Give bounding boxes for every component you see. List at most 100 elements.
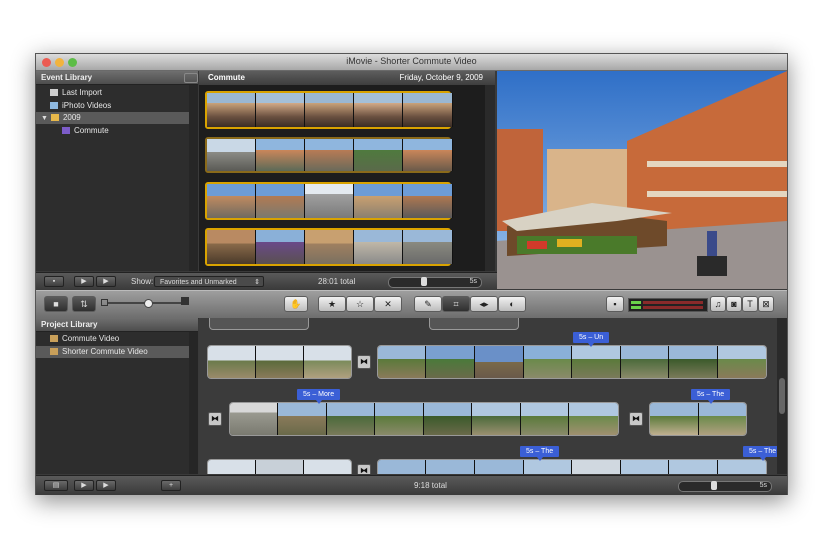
transition-button[interactable]: ⧓ — [208, 412, 222, 426]
event-date: Friday, October 9, 2009 — [399, 73, 483, 82]
title-icon: T — [747, 299, 753, 309]
meter-range-right — [643, 306, 703, 309]
project-clip[interactable] — [207, 345, 352, 379]
main-toolbar: ■ ⇅ ✋ ★ ☆ ✕ ✎ ⌗ ◂▸ ◐ ▪ ♫ ◙ T ⊠ — [36, 290, 787, 319]
event-browser-header: Commute Friday, October 9, 2009 — [199, 71, 495, 85]
audio-level-meter — [628, 298, 708, 312]
map-browser-button[interactable]: ⊠ — [758, 296, 774, 312]
title-browser-button[interactable]: T — [742, 296, 758, 312]
filter-select-value: Favorites and Unmarked — [160, 279, 237, 286]
photo-browser-button[interactable]: ◙ — [726, 296, 742, 312]
thumbnail-size-slider-thumb[interactable] — [144, 299, 153, 308]
disclosure-triangle-icon[interactable]: ▼ — [41, 115, 48, 122]
select-hand-icon: ✋ — [290, 299, 302, 309]
transition-button[interactable]: ⧓ — [357, 464, 371, 474]
transition-button[interactable]: ⧓ — [357, 355, 371, 369]
adjust-icon: ◐ — [509, 299, 515, 309]
project-scrollbar[interactable] — [777, 318, 787, 474]
keyword-icon: ✎ — [424, 299, 432, 309]
event-item-last-import[interactable]: Last Import — [36, 87, 198, 99]
event-clip[interactable] — [205, 228, 453, 266]
mark-favorite-button[interactable]: ★ — [318, 296, 346, 312]
event-star-icon — [62, 127, 70, 134]
audio-icon: ◂▸ — [479, 299, 489, 309]
transition-button[interactable]: ⧓ — [629, 412, 643, 426]
event-item-commute[interactable]: Commute — [36, 125, 198, 137]
event-list-toggle-button[interactable]: ▪ — [44, 276, 64, 287]
add-project-button[interactable]: + — [161, 480, 181, 491]
project-library-scrollbar[interactable] — [189, 332, 198, 474]
title-tag[interactable]: 5s – More — [297, 389, 341, 404]
project-status-bar: ▤ ▶ ▶ + 9:18 total 5s — [36, 475, 787, 495]
sidebar-toggle-button[interactable] — [184, 73, 198, 83]
project-scrollbar-thumb[interactable] — [779, 378, 785, 414]
music-icon: ♫ — [714, 299, 722, 309]
project-browser: ⧓ 5s – Un ⧓ 5s – More ⧓ 5s – The ⧓ 5s – … — [199, 318, 787, 474]
project-item-commute-video[interactable]: Commute Video — [36, 333, 189, 345]
event-zoom-slider[interactable]: 5s — [388, 277, 482, 288]
new-project-button[interactable]: ▤ — [44, 480, 68, 491]
crop-tool-button[interactable]: ⌗ — [442, 296, 470, 312]
crop-icon: ⌗ — [453, 299, 459, 309]
play-project-full-screen-button[interactable]: ▶ — [74, 480, 94, 491]
unmark-button[interactable]: ☆ — [346, 296, 374, 312]
project-clip[interactable] — [429, 318, 519, 330]
voiceover-icon: ▪ — [613, 299, 617, 309]
event-clip[interactable] — [205, 91, 453, 129]
event-library-sidebar: Event Library Last Import iPhoto Videos … — [36, 71, 198, 271]
voiceover-button[interactable]: ▪ — [606, 296, 624, 312]
event-total-duration: 28:01 total — [318, 277, 356, 286]
event-item-iphoto-videos[interactable]: iPhoto Videos — [36, 100, 198, 112]
meter-range-left — [643, 301, 703, 304]
filter-select[interactable]: Favorites and Unmarked ⇕ — [154, 276, 264, 287]
project-item-shorter-commute-video[interactable]: Shorter Commute Video — [36, 346, 189, 358]
event-status-bar: ▪ ▶ ▶ Show: Favorites and Unmarked ⇕ 28:… — [36, 272, 497, 290]
event-clip[interactable] — [205, 182, 453, 220]
project-clip[interactable] — [649, 402, 747, 436]
event-item-2009[interactable]: ▼ 2009 — [36, 112, 189, 124]
project-library-header: Project Library — [36, 318, 198, 332]
play-full-screen-button[interactable]: ▶ — [74, 276, 94, 287]
event-zoom-slider-thumb[interactable] — [421, 277, 427, 286]
music-browser-button[interactable]: ♫ — [710, 296, 726, 312]
video-viewer[interactable] — [497, 71, 787, 289]
photo-icon: ◙ — [731, 299, 737, 309]
camera-import-button[interactable]: ■ — [44, 296, 68, 312]
project-clip[interactable] — [229, 402, 619, 436]
project-clip[interactable] — [209, 318, 309, 330]
project-total-duration: 9:18 total — [414, 481, 447, 490]
iphoto-icon — [50, 102, 58, 109]
reject-x-icon: ✕ — [384, 299, 392, 309]
title-tag[interactable]: 5s – The — [520, 446, 560, 461]
map-icon: ⊠ — [762, 299, 770, 309]
event-library-header: Event Library — [36, 71, 198, 85]
event-browser: Commute Friday, October 9, 2009 — [199, 71, 495, 271]
title-tag[interactable]: 5s – Un — [573, 332, 610, 347]
play-event-button[interactable]: ▶ — [96, 276, 116, 287]
project-clip[interactable] — [377, 345, 767, 379]
play-project-button[interactable]: ▶ — [96, 480, 116, 491]
viewer-frame-image — [497, 71, 787, 289]
event-zoom-value: 5s — [469, 278, 477, 285]
audio-adjust-button[interactable]: ◂▸ — [470, 296, 498, 312]
event-clip[interactable] — [205, 137, 453, 173]
camera-icon: ■ — [53, 299, 59, 309]
select-tool-button[interactable]: ✋ — [284, 296, 308, 312]
swap-events-projects-button[interactable]: ⇅ — [72, 296, 96, 312]
title-bar: iMovie - Shorter Commute Video — [36, 54, 787, 71]
project-zoom-value: 5s — [759, 482, 767, 489]
imovie-window: iMovie - Shorter Commute Video Event Lib… — [35, 53, 788, 495]
video-adjust-button[interactable]: ◐ — [498, 296, 526, 312]
project-library-sidebar: Project Library Commute Video Shorter Co… — [36, 318, 198, 474]
project-clip[interactable] — [207, 459, 352, 474]
keyword-tool-button[interactable]: ✎ — [414, 296, 442, 312]
project-zoom-slider[interactable]: 5s — [678, 481, 772, 492]
reject-button[interactable]: ✕ — [374, 296, 402, 312]
project-zoom-slider-thumb[interactable] — [711, 481, 717, 490]
event-browser-scrollbar[interactable] — [485, 85, 495, 271]
project-clip[interactable] — [377, 459, 767, 474]
event-library-scrollbar[interactable] — [189, 85, 198, 271]
title-tag[interactable]: 5s – The — [691, 389, 731, 404]
thumbnail-size-slider[interactable] — [108, 299, 188, 308]
show-label: Show: — [131, 277, 154, 286]
